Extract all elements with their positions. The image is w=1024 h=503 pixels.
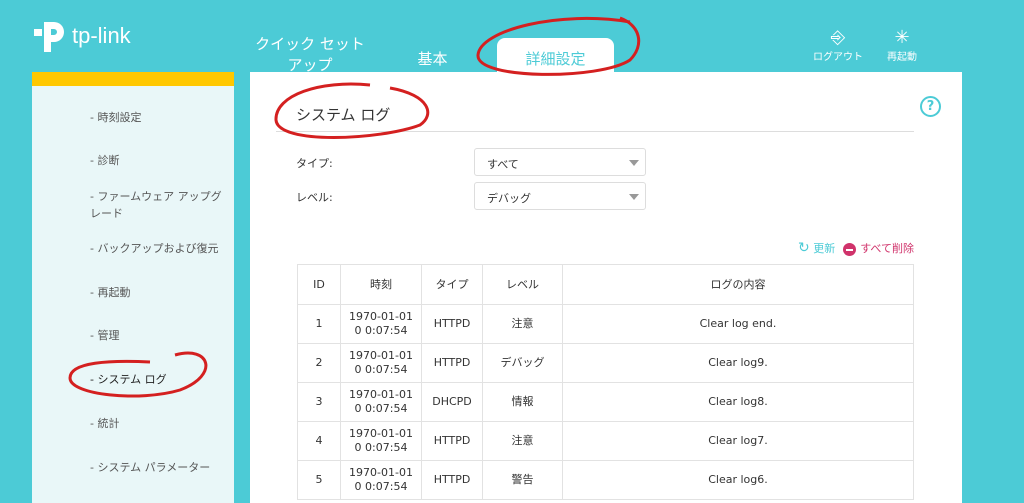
table-cell: HTTPD <box>421 343 483 383</box>
delete-all-button[interactable]: すべて削除 <box>843 240 914 256</box>
refresh-button[interactable]: ↻ 更新 <box>798 240 835 256</box>
table-cell: HTTPD <box>421 304 483 344</box>
chevron-down-icon <box>629 194 639 200</box>
tab-quick-setup[interactable]: クイック セット アップ <box>250 34 370 76</box>
table-cell: Clear log8. <box>562 382 914 422</box>
chevron-down-icon <box>629 160 639 166</box>
column-header: ID <box>297 264 341 305</box>
table-cell: 注意 <box>482 304 563 344</box>
table-cell: デバッグ <box>482 343 563 383</box>
logout-label: ログアウト <box>813 52 863 63</box>
sidebar-item-system-params[interactable]: - システム パラメーター <box>90 459 230 476</box>
table-cell: 1970-01-01 0 0:07:54 <box>340 421 422 461</box>
table-row: 3 1970-01-01 0 0:07:54 DHCPD 情報 Clear log8. <box>297 382 914 422</box>
sidebar-item-diagnostics[interactable]: - 診断 <box>90 152 230 169</box>
logout-icon: ⎆ <box>830 27 846 48</box>
table-cell: 5 <box>297 460 341 500</box>
column-header: 時刻 <box>340 264 422 305</box>
table-header: ID 時刻 タイプ レベル ログの内容 <box>297 264 914 305</box>
tp-link-logo: tp-link <box>30 18 131 54</box>
help-icon[interactable]: ? <box>920 96 941 117</box>
sidebar-item-reboot[interactable]: - 再起動 <box>90 284 230 301</box>
table-row: 5 1970-01-01 0 0:07:54 HTTPD 警告 Clear log6. <box>297 460 914 500</box>
table-cell: 3 <box>297 382 341 422</box>
logout-button[interactable]: ⎆ ログアウト <box>808 27 868 64</box>
reboot-button[interactable]: ✳ 再起動 <box>872 27 932 64</box>
table-cell: Clear log6. <box>562 460 914 500</box>
reboot-label: 再起動 <box>887 52 917 63</box>
table-cell: 1 <box>297 304 341 344</box>
type-select[interactable]: すべて <box>474 148 646 176</box>
minus-circle-icon <box>843 242 857 256</box>
level-select-value: デバッグ <box>487 192 531 205</box>
sidebar-item-firmware[interactable]: - ファームウェア アップグレード <box>90 188 230 222</box>
sidebar-item-time[interactable]: - 時刻設定 <box>90 109 230 126</box>
sidebar-item-admin[interactable]: - 管理 <box>90 327 230 344</box>
table-cell: 1970-01-01 0 0:07:54 <box>340 304 422 344</box>
table-cell: 4 <box>297 421 341 461</box>
table-cell: 注意 <box>482 421 563 461</box>
tab-basic[interactable]: 基本 <box>405 48 460 69</box>
table-cell: Clear log7. <box>562 421 914 461</box>
table-cell: HTTPD <box>421 460 483 500</box>
refresh-icon: ↻ <box>797 240 810 256</box>
column-header: レベル <box>482 264 563 305</box>
reboot-icon: ✳ <box>894 27 910 48</box>
level-label: レベル: <box>296 191 333 204</box>
sidebar-item-statistics[interactable]: - 統計 <box>90 415 230 432</box>
table-cell: 情報 <box>482 382 563 422</box>
column-header: ログの内容 <box>562 264 914 305</box>
sidebar-accent-bar <box>32 72 234 86</box>
table-cell: 1970-01-01 0 0:07:54 <box>340 343 422 383</box>
table-cell: Clear log9. <box>562 343 914 383</box>
refresh-label: 更新 <box>813 242 836 255</box>
tp-link-logo-icon <box>30 18 66 54</box>
main-panel: システム ログ ? タイプ: すべて レベル: デバッグ ↻ 更新 すべて削除 … <box>250 72 962 503</box>
column-header: タイプ <box>421 264 483 305</box>
table-cell: DHCPD <box>421 382 483 422</box>
table-cell: Clear log end. <box>562 304 914 344</box>
log-table: ID 時刻 タイプ レベル ログの内容 1 1970-01-01 0 0:07:5… <box>297 264 914 500</box>
table-row: 2 1970-01-01 0 0:07:54 HTTPD デバッグ Clear log9… <box>297 343 914 383</box>
sidebar: - 時刻設定 - 診断 - ファームウェア アップグレード - バックアップおよ… <box>32 72 234 503</box>
title-divider <box>276 131 914 132</box>
table-cell: 1970-01-01 0 0:07:54 <box>340 382 422 422</box>
level-select[interactable]: デバッグ <box>474 182 646 210</box>
table-cell: 2 <box>297 343 341 383</box>
table-cell: 1970-01-01 0 0:07:54 <box>340 460 422 500</box>
page-title: システム ログ <box>296 106 391 124</box>
sidebar-item-system-log[interactable]: - システム ログ <box>90 371 230 388</box>
brand-name: tp-link <box>72 23 131 48</box>
table-row: 4 1970-01-01 0 0:07:54 HTTPD 注意 Clear log7. <box>297 421 914 461</box>
sidebar-item-backup[interactable]: - バックアップおよび復元 <box>90 240 230 257</box>
type-label: タイプ: <box>296 157 333 170</box>
table-row: 1 1970-01-01 0 0:07:54 HTTPD 注意 Clear log en… <box>297 304 914 344</box>
table-cell: 警告 <box>482 460 563 500</box>
table-cell: HTTPD <box>421 421 483 461</box>
type-select-value: すべて <box>487 158 519 171</box>
log-actions: ↻ 更新 すべて削除 <box>798 240 914 256</box>
delete-all-label: すべて削除 <box>860 242 914 255</box>
